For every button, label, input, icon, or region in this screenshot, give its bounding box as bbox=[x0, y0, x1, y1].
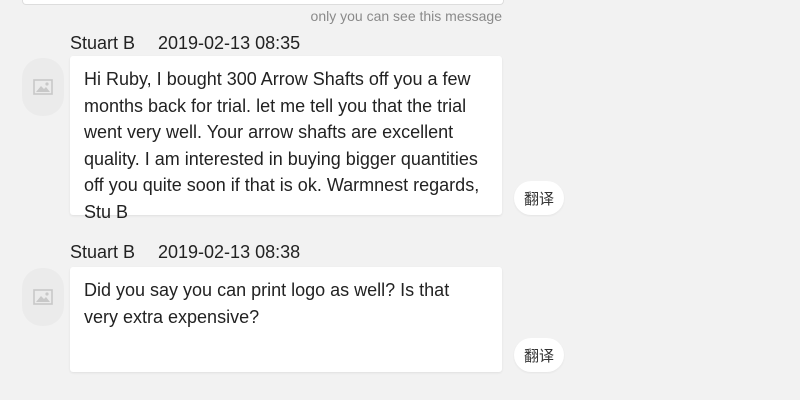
image-placeholder-icon bbox=[33, 289, 53, 305]
message-bubble: Did you say you can print logo as well? … bbox=[70, 267, 502, 372]
translate-button[interactable]: 翻译 bbox=[514, 181, 564, 215]
message-header: Stuart B 2019-02-13 08:35 bbox=[70, 33, 300, 54]
message-header: Stuart B 2019-02-13 08:38 bbox=[70, 242, 300, 263]
avatar[interactable] bbox=[22, 268, 64, 326]
message-bubble: Hi Ruby, I bought 300 Arrow Shafts off y… bbox=[70, 56, 502, 222]
avatar[interactable] bbox=[22, 58, 64, 116]
message-timestamp: 2019-02-13 08:38 bbox=[158, 242, 301, 262]
previous-message-card bbox=[22, 0, 504, 5]
image-placeholder-icon bbox=[33, 79, 53, 95]
private-message-note: only you can see this message bbox=[310, 8, 502, 24]
translate-button[interactable]: 翻译 bbox=[514, 338, 564, 372]
sender-name: Stuart B bbox=[70, 242, 136, 262]
sender-name: Stuart B bbox=[70, 33, 136, 53]
message-timestamp: 2019-02-13 08:35 bbox=[158, 33, 301, 53]
